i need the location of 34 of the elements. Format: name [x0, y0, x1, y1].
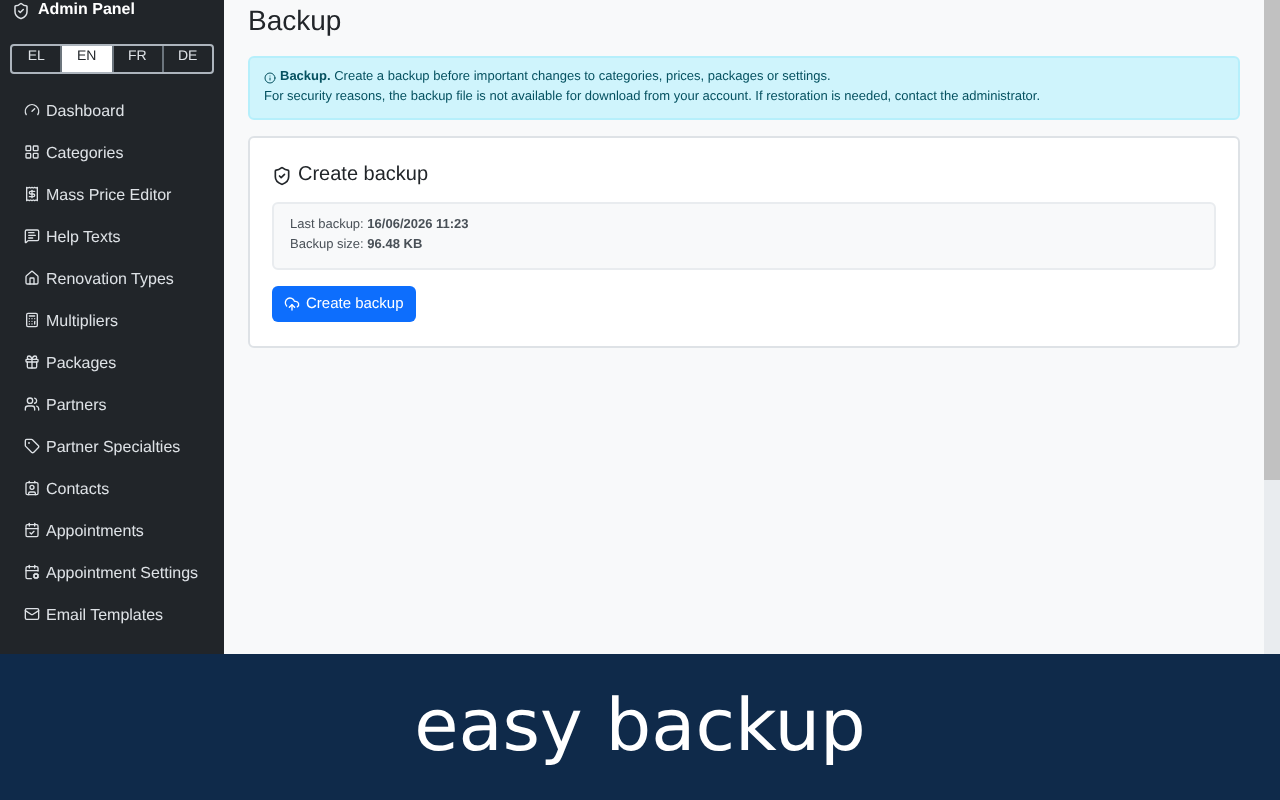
house-icon	[24, 270, 40, 286]
gift-icon	[24, 354, 40, 370]
sidebar-item[interactable]: Help Texts	[0, 216, 224, 258]
shield-icon	[12, 1, 30, 19]
contact-card-icon	[24, 480, 40, 496]
sidebar-item[interactable]: Mass Price Editor	[0, 174, 224, 216]
shield-icon	[272, 165, 292, 185]
info-icon	[264, 72, 276, 84]
card-title: Create backup	[298, 162, 429, 190]
gauge-icon	[24, 102, 40, 118]
sidebar-item[interactable]: Categories	[0, 132, 224, 174]
mail-icon	[24, 606, 40, 622]
message-icon	[24, 228, 40, 244]
receipt-icon	[24, 186, 40, 202]
sidebar-item[interactable]: Appointments	[0, 510, 224, 552]
sidebar-item[interactable]: Appointment Settings	[0, 552, 224, 594]
cloud-upload-icon	[284, 296, 300, 312]
sidebar-item[interactable]: Partner Specialties	[0, 426, 224, 468]
page-title: Backup	[248, 2, 344, 40]
grid-icon	[24, 144, 40, 160]
sidebar-item[interactable]: Email Templates	[0, 594, 224, 636]
calculator-icon	[24, 312, 40, 328]
sidebar-item[interactable]: Contacts	[0, 468, 224, 510]
sidebar-item[interactable]: Dashboard	[0, 90, 224, 132]
calendar-icon	[24, 564, 40, 580]
sidebar-item[interactable]: Multipliers	[0, 300, 224, 342]
sidebar-item[interactable]: Partners	[0, 384, 224, 426]
caption-text: easy backup	[414, 683, 866, 771]
brand-title: Admin Panel	[38, 0, 135, 22]
sidebar-item[interactable]: Renovation Types	[0, 258, 224, 300]
calendar-icon	[24, 522, 40, 538]
sidebar-item[interactable]: Packages	[0, 342, 224, 384]
tag-icon	[24, 438, 40, 454]
people-icon	[24, 396, 40, 412]
